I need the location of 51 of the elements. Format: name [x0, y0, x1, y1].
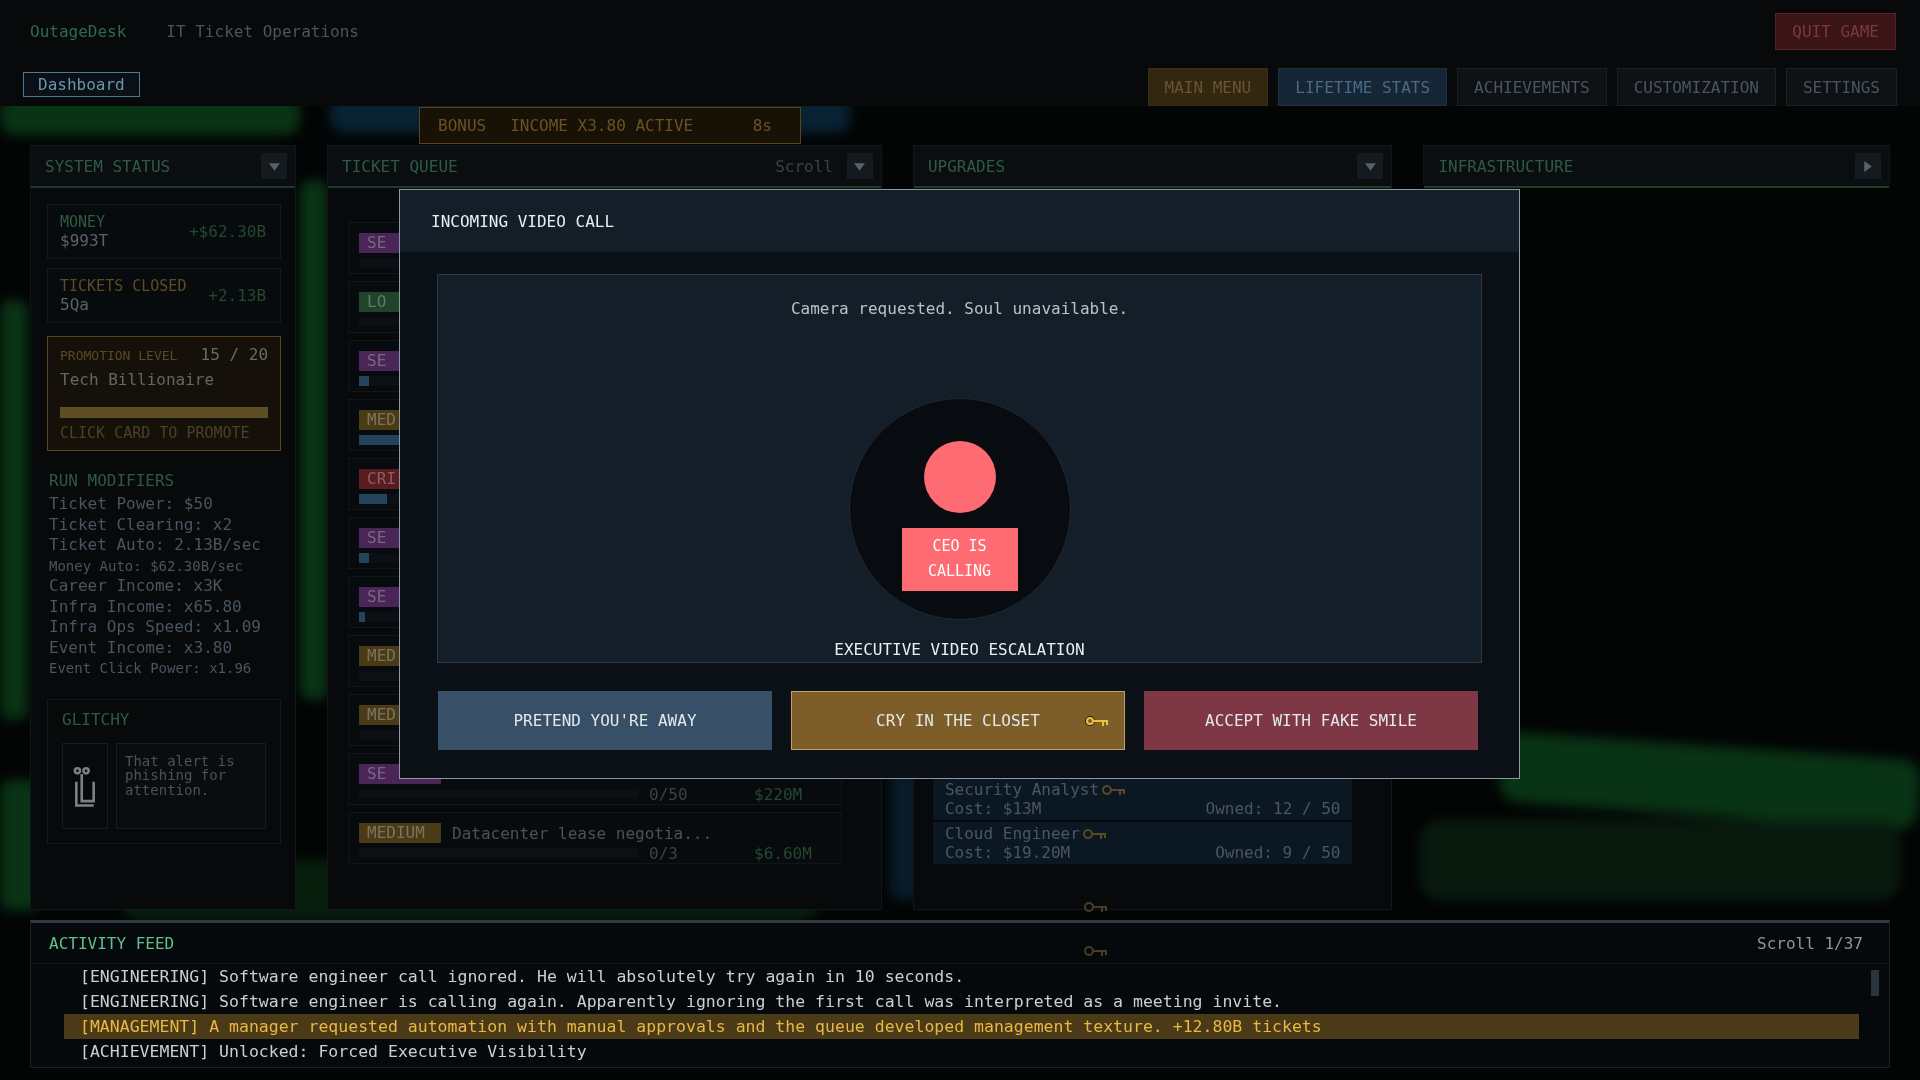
upgrade-owned: Owned: 12 / 50 [1205, 799, 1341, 818]
caller-label: CEO IS CALLING [901, 528, 1018, 591]
ticket-title: Datacenter lease negotia... [452, 823, 713, 843]
panel-title: TICKET QUEUE [342, 156, 458, 176]
panel-title: ACTIVITY FEED [49, 933, 175, 953]
app-subtitle: IT Ticket Operations [166, 21, 359, 41]
ticket-reward: $6.60M [754, 843, 812, 863]
priority-tag: MEDIUM [359, 823, 442, 843]
panel-title: UPGRADES [927, 156, 1005, 176]
modifier-text: Event Click Power: x1.96 [49, 659, 253, 678]
stat-delta: +$62.30B [189, 222, 267, 241]
stat-delta: +2.13B [208, 286, 267, 305]
feed-entry: [ENGINEERING] Software engineer is calling again. Apparently ignoring the first call was interpreted as a meeting invite. [79, 991, 1283, 1013]
panel-title: INFRASTRUCTURE [1438, 156, 1574, 176]
modifier-text: Ticket Clearing: x2 [49, 514, 234, 535]
feed-entry: [MANAGEMENT] A manager requested automation with manual approvals and the queue developed management texture. +12.80B tickets [64, 1014, 1859, 1039]
stat-value: $993T [60, 231, 109, 250]
modifier-text: Money Auto: $62.30B/sec [49, 556, 244, 576]
stat-label: TICKETS CLOSED [60, 277, 187, 295]
ticket-count: 0/3 [649, 843, 679, 863]
assistant-message: That alert is phishing for attention. [125, 753, 236, 798]
upgrade-cost: Cost: $13M [944, 799, 1042, 818]
assistant-name: GLITCHY [62, 709, 131, 729]
modifier-text: Infra Ops Speed: x1.09 [49, 617, 262, 638]
modifier-text: Event Income: x3.80 [49, 637, 234, 658]
upgrade-name: Security Analyst [944, 780, 1100, 799]
dialog-title: INCOMING VIDEO CALL [431, 211, 615, 231]
bonus-timer: 8s [752, 116, 772, 135]
modifier-text: Ticket Auto: 2.13B/sec [49, 535, 262, 556]
bonus-text: INCOME X3.80 ACTIVE [510, 116, 694, 135]
ticket-count: 0/50 [649, 784, 689, 804]
stat-label: MONEY [60, 213, 107, 231]
scroll-label: Scroll 1/37 [1757, 933, 1863, 953]
modifier-text: Infra Income: x65.80 [49, 596, 243, 617]
app-title: OutageDesk [30, 21, 127, 41]
rank-title: Tech Billionaire [60, 370, 216, 389]
promotion-label: PROMOTION LEVEL [60, 348, 178, 363]
call-caption: EXECUTIVE VIDEO ESCALATION [834, 640, 1085, 659]
feed-entry: [ENGINEERING] Software engineer call ignored. He will absolutely try again in 10 seconds. [79, 966, 966, 988]
bonus-label: BONUS [438, 116, 487, 135]
modifier-text: Ticket Power: $50 [49, 494, 214, 515]
stat-value: 5Qa [60, 295, 90, 314]
upgrade-owned: Owned: 9 / 50 [1215, 843, 1341, 862]
feed-entry: [ACHIEVEMENT] Unlocked: Forced Executive Visibility [79, 1041, 588, 1063]
upgrade-cost: Cost: $19.20M [944, 843, 1071, 862]
panel-title: SYSTEM STATUS [45, 156, 171, 176]
modifier-text: Career Income: x3K [49, 576, 224, 597]
ticket-reward: $220M [754, 784, 803, 804]
dialog-message: Camera requested. Soul unavailable. [790, 299, 1129, 319]
section-title: RUN MODIFIERS [49, 471, 176, 490]
upgrade-name: Cloud Engineer [944, 824, 1080, 843]
